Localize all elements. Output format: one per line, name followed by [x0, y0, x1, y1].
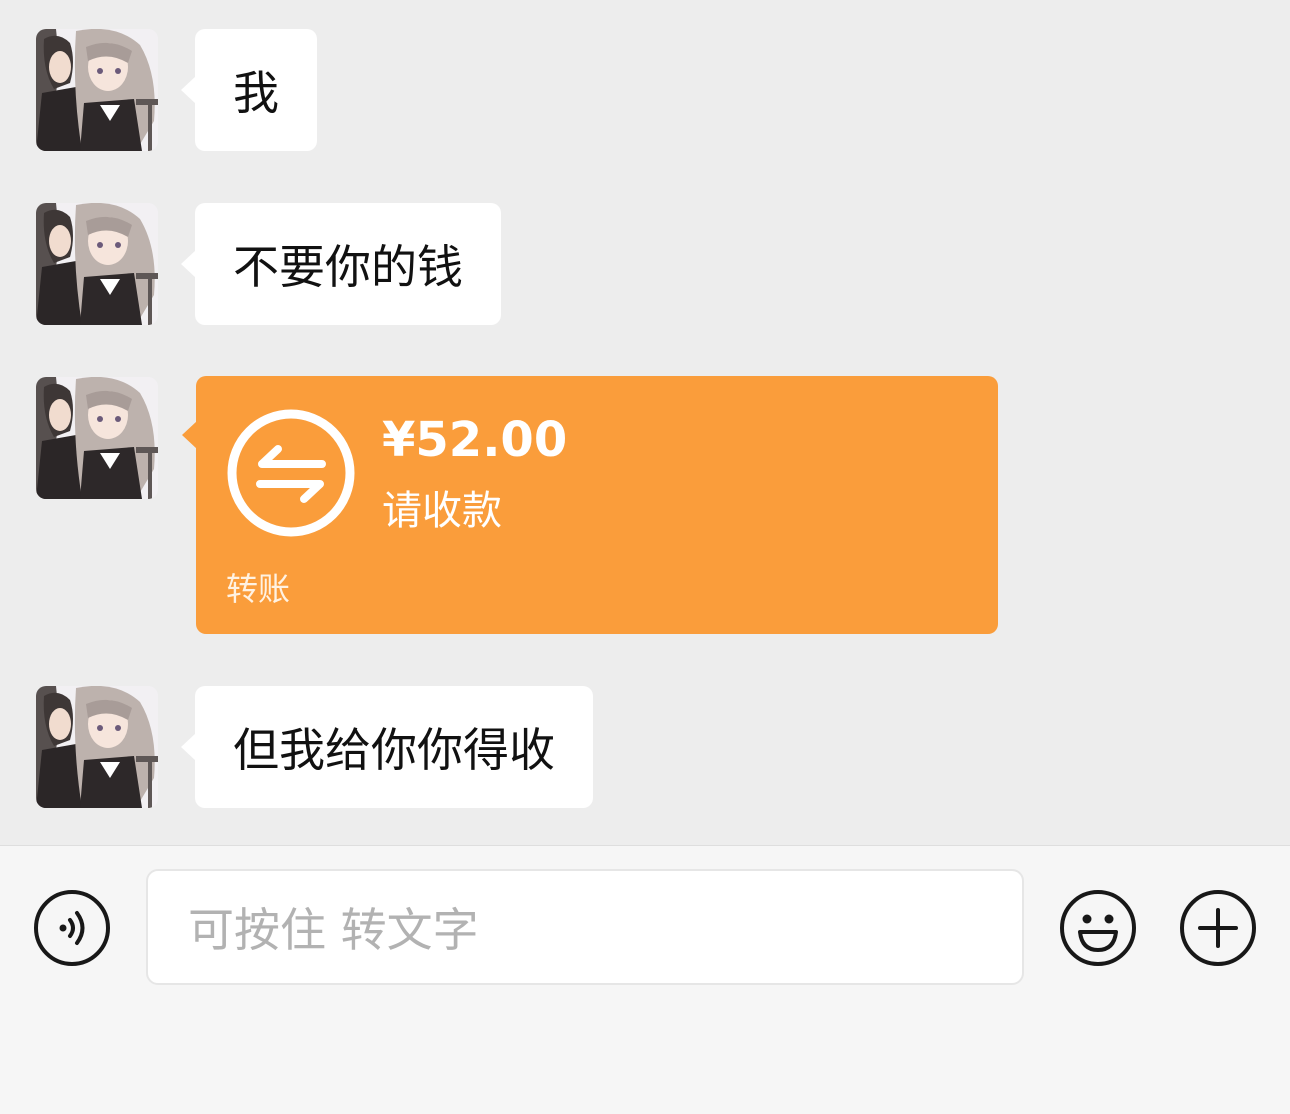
transfer-status: 请收款 — [382, 488, 502, 534]
avatar-image — [36, 686, 158, 808]
avatar-image — [36, 203, 158, 325]
message-text: 但我给你你得收 — [233, 723, 555, 777]
emoji-button[interactable] — [1058, 888, 1138, 968]
transfer-label: 转账 — [226, 570, 291, 608]
message-bubble[interactable]: 我 — [181, 29, 317, 151]
transfer-amount: ¥52.00 — [382, 412, 568, 468]
input-placeholder: 可按住 转文字 — [188, 903, 479, 957]
voice-icon — [34, 890, 110, 966]
contact-avatar[interactable] — [36, 29, 158, 151]
contact-avatar[interactable] — [36, 203, 158, 325]
more-button[interactable] — [1178, 888, 1258, 968]
message-text: 我 — [233, 66, 279, 120]
contact-avatar[interactable] — [36, 377, 158, 499]
contact-avatar[interactable] — [36, 686, 158, 808]
emoji-icon — [1060, 890, 1136, 966]
message-input[interactable]: 可按住 转文字 — [146, 869, 1024, 985]
plus-icon — [1180, 890, 1256, 966]
avatar-image — [36, 377, 158, 499]
transfer-arrows-icon — [226, 408, 356, 538]
message-bubble[interactable]: 不要你的钱 — [181, 203, 501, 325]
message-bubble[interactable]: 但我给你你得收 — [181, 686, 593, 808]
message-text: 不要你的钱 — [233, 240, 463, 294]
voice-button[interactable] — [32, 888, 112, 968]
chat-message-list[interactable]: 我 不要你的钱 ¥52.00 请收款 转账 但我给你你得收 — [0, 0, 1290, 845]
avatar-image — [36, 29, 158, 151]
